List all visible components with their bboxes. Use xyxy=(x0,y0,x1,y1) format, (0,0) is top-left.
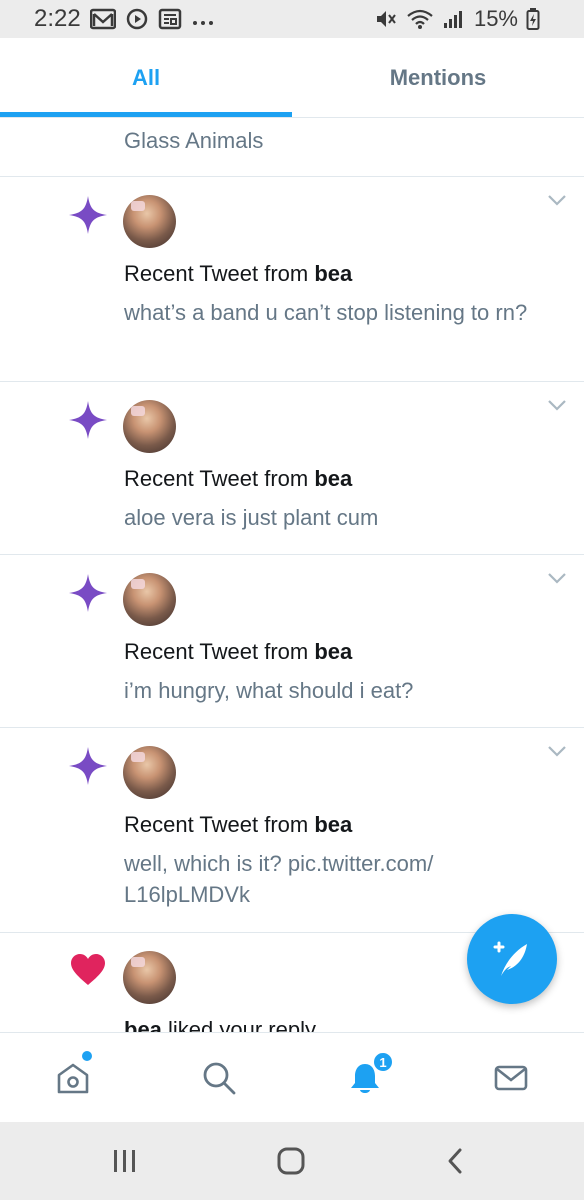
notification-item[interactable]: Recent Tweet from bea well, which is it?… xyxy=(0,728,584,933)
sparkle-icon xyxy=(69,401,107,439)
nav-home-button[interactable] xyxy=(0,1033,146,1123)
bottom-navigation: 1 xyxy=(0,1032,584,1122)
sparkle-icon xyxy=(69,196,107,234)
avatar[interactable] xyxy=(123,400,176,453)
home-circle-icon xyxy=(277,1147,305,1175)
nav-notifications-button[interactable]: 1 xyxy=(292,1033,438,1123)
notification-count-badge: 1 xyxy=(372,1051,394,1073)
notification-user[interactable]: bea xyxy=(124,1017,162,1032)
sparkle-icon xyxy=(69,574,107,612)
notification-user[interactable]: bea xyxy=(314,812,352,837)
new-tweets-dot xyxy=(82,1051,92,1061)
compose-tweet-button[interactable] xyxy=(467,914,557,1004)
notification-title: Recent Tweet from bea xyxy=(124,466,352,492)
recent-apps-button[interactable] xyxy=(65,1122,185,1200)
chevron-down-icon[interactable] xyxy=(546,189,568,211)
notification-body: what’s a band u can’t stop listening to … xyxy=(124,300,528,325)
notification-item[interactable]: Recent Tweet from bea aloe vera is just … xyxy=(0,382,584,555)
home-icon xyxy=(57,1063,89,1094)
battery-icon xyxy=(526,8,540,30)
search-icon xyxy=(203,1062,236,1095)
youtube-music-icon xyxy=(126,8,148,30)
notification-body: aloe vera is just plant cum xyxy=(124,505,379,530)
notifications-feed[interactable]: Glass Animals Recent Tweet from bea what… xyxy=(0,118,584,1032)
notification-user[interactable]: bea xyxy=(314,466,352,491)
chevron-down-icon[interactable] xyxy=(546,567,568,589)
chevron-down-icon[interactable] xyxy=(546,740,568,762)
news-icon xyxy=(158,8,182,30)
status-notification-icons xyxy=(90,8,214,30)
notification-item[interactable]: Recent Tweet from bea what’s a band u ca… xyxy=(0,177,584,382)
recent-apps-icon xyxy=(114,1150,135,1172)
notification-body: well, which is it? pic.twitter.com/ L16l… xyxy=(124,851,434,907)
avatar[interactable] xyxy=(123,746,176,799)
tab-mentions[interactable]: Mentions xyxy=(292,38,584,118)
notification-user[interactable]: bea xyxy=(314,639,352,664)
notification-title: Recent Tweet from bea xyxy=(124,812,352,838)
notification-body: i’m hungry, what should i eat? xyxy=(124,678,414,703)
chevron-down-icon[interactable] xyxy=(546,394,568,416)
notification-title-prefix: Recent Tweet from xyxy=(124,639,315,664)
avatar[interactable] xyxy=(123,951,176,1004)
notification-title: Recent Tweet from bea xyxy=(124,639,352,665)
notification-title-suffix: liked your reply xyxy=(161,1017,316,1032)
wifi-icon xyxy=(407,9,433,29)
gmail-icon xyxy=(90,8,116,30)
more-icon xyxy=(193,21,213,25)
notification-title: Recent Tweet from bea xyxy=(124,261,352,287)
messages-icon xyxy=(494,1065,528,1091)
status-bar: 2:22 15% xyxy=(0,0,584,38)
heart-icon xyxy=(71,954,105,985)
notification-item[interactable]: Recent Tweet from bea i’m hungry, what s… xyxy=(0,555,584,728)
sparkle-icon xyxy=(69,747,107,785)
home-system-button[interactable] xyxy=(231,1122,351,1200)
notification-body: Glass Animals xyxy=(124,128,264,153)
nav-messages-button[interactable] xyxy=(438,1033,584,1123)
battery-percentage: 15% xyxy=(473,6,518,31)
status-system-icons: 15% xyxy=(374,6,540,32)
avatar[interactable] xyxy=(123,573,176,626)
notification-title: bea liked your reply xyxy=(124,1017,316,1032)
notification-user[interactable]: bea xyxy=(314,261,352,286)
tab-all[interactable]: All xyxy=(0,38,292,118)
nav-search-button[interactable] xyxy=(146,1033,292,1123)
mute-icon xyxy=(376,11,396,27)
notification-title-prefix: Recent Tweet from xyxy=(124,466,315,491)
back-chevron-icon xyxy=(448,1148,462,1174)
back-button[interactable] xyxy=(395,1122,515,1200)
notifications-tab-bar: All Mentions xyxy=(0,38,584,118)
notification-title-prefix: Recent Tweet from xyxy=(124,812,315,837)
compose-quill-icon xyxy=(493,941,527,976)
status-time: 2:22 xyxy=(34,5,81,32)
system-navigation-bar xyxy=(0,1122,584,1200)
avatar[interactable] xyxy=(123,195,176,248)
signal-icon xyxy=(443,11,462,28)
notification-title-prefix: Recent Tweet from xyxy=(124,261,315,286)
notification-item-partial[interactable]: Glass Animals xyxy=(0,118,584,177)
active-tab-indicator xyxy=(0,112,292,117)
